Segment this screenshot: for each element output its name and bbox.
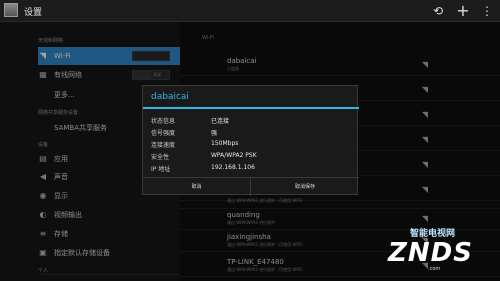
field-value: WPA/WPA2 PSK	[211, 152, 257, 159]
watermark-url: .com	[428, 266, 441, 272]
field-value: 强	[211, 130, 218, 137]
network-info-dialog: dabaicai 状态信息 已连接 信号强度 强 连接速度 150Mbps 安全…	[142, 85, 359, 196]
field-value: 150Mbps	[211, 140, 239, 147]
field-label: 状态信息	[151, 118, 176, 125]
znds-watermark: 智能电视网 ZNDS .com	[368, 222, 498, 278]
wps-icon[interactable]: ⟲	[430, 3, 446, 19]
add-network-icon[interactable]: +	[455, 3, 471, 19]
field-label: 信号强度	[151, 130, 176, 137]
field-label: IP 地址	[151, 166, 171, 173]
settings-app-icon	[4, 3, 18, 17]
field-label: 连接速度	[151, 142, 176, 149]
page-title: 设置	[24, 8, 43, 18]
title-bar: 设置 ⟲ + ⋮	[0, 0, 500, 22]
field-label: 安全性	[151, 154, 170, 161]
cancel-button[interactable]: 取消	[143, 178, 251, 196]
overflow-menu-icon[interactable]: ⋮	[479, 3, 495, 19]
dialog-title: dabaicai	[151, 92, 189, 102]
forget-network-button[interactable]: 取消保存	[251, 178, 359, 196]
dialog-title-divider	[143, 107, 359, 109]
field-value: 192.168.1.106	[211, 164, 255, 171]
dialog-button-bar: 取消 取消保存	[143, 177, 359, 196]
watermark-logo: ZNDS	[388, 238, 473, 268]
field-value: 已连接	[211, 118, 230, 125]
